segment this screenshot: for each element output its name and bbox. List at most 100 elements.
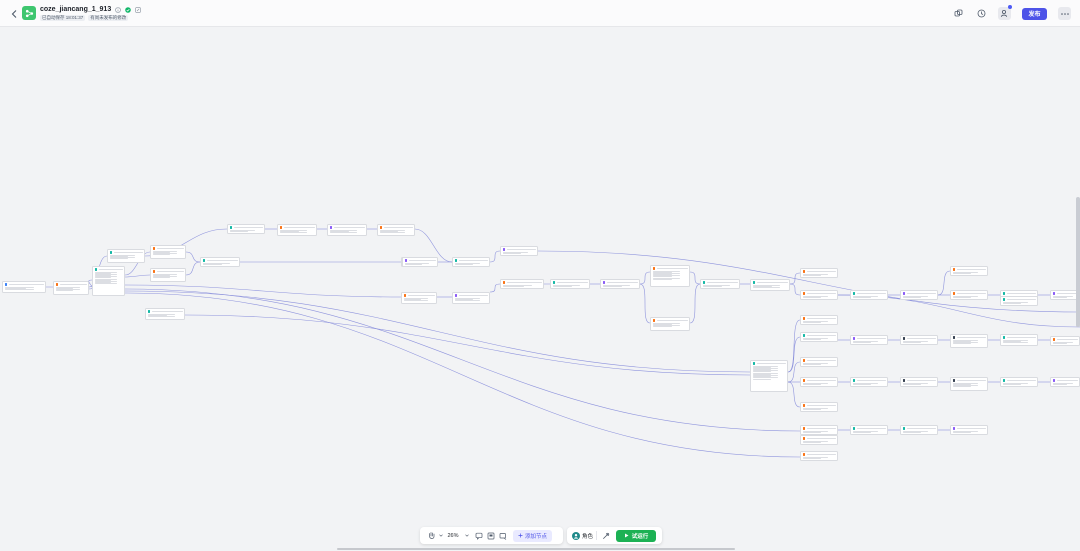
workflow-canvas[interactable] [0, 27, 1080, 551]
workflow-node-llm[interactable] [800, 402, 838, 412]
workflow-node-llm[interactable] [377, 224, 415, 236]
workflow-node-code[interactable] [850, 425, 888, 435]
workflow-node-plugin[interactable] [402, 257, 438, 267]
node-title-placeholder [1056, 339, 1078, 340]
node-header [454, 259, 488, 262]
node-title-placeholder [856, 293, 886, 294]
workflow-node-code[interactable] [227, 224, 265, 234]
workflow-node-code[interactable] [750, 360, 788, 392]
back-chevron-icon[interactable] [9, 8, 19, 20]
node-title-placeholder [906, 428, 936, 429]
workflow-node-llm[interactable] [500, 279, 544, 289]
workflow-node-plugin[interactable] [850, 335, 888, 345]
workflow-node-code[interactable] [1000, 296, 1038, 306]
workflow-node-llm[interactable] [150, 268, 186, 282]
node-header [454, 294, 488, 297]
workflow-node-plugin[interactable] [600, 279, 640, 289]
workflow-node-code[interactable] [92, 266, 125, 296]
node-title-placeholder [458, 260, 488, 261]
zoom-level: 26% [447, 532, 459, 539]
node-header [4, 283, 44, 286]
node-header [902, 292, 936, 295]
workflow-node-plugin[interactable] [950, 425, 988, 435]
workflow-node-llm[interactable] [800, 377, 838, 387]
workflow-node-code[interactable] [850, 290, 888, 300]
workflow-node-dark[interactable] [900, 335, 938, 345]
workflow-node-code[interactable] [700, 279, 740, 289]
node-type-icon [552, 281, 555, 284]
workflow-node-llm[interactable] [650, 265, 690, 287]
workflow-node-code[interactable] [200, 257, 240, 267]
connection-edge [937, 270, 951, 296]
add-node-button[interactable]: 添加节点 [513, 529, 553, 542]
workflow-node-llm[interactable] [1050, 336, 1080, 346]
workflow-node-dark[interactable] [900, 377, 938, 387]
workflow-node-code[interactable] [750, 279, 790, 291]
workflow-node-plugin[interactable] [1050, 377, 1080, 387]
node-field-line [803, 321, 821, 323]
minimap-icon[interactable] [485, 530, 497, 542]
workflow-node-llm[interactable] [950, 266, 988, 276]
edit-icon[interactable] [134, 7, 141, 14]
workflow-node-llm[interactable] [800, 435, 838, 445]
connection-edge [489, 250, 501, 263]
workflow-node-plugin[interactable] [500, 246, 538, 256]
workflow-node-llm[interactable] [800, 425, 838, 435]
reference-icon[interactable] [952, 8, 964, 20]
info-icon[interactable] [114, 7, 121, 14]
workflow-node-llm[interactable] [150, 245, 186, 259]
workflow-node-llm[interactable] [950, 290, 988, 300]
hand-tool-icon[interactable] [424, 530, 438, 542]
node-header [802, 317, 836, 320]
workflow-node-llm[interactable] [650, 317, 690, 331]
horizontal-scrollbar[interactable] [337, 548, 735, 550]
workflow-node-code[interactable] [1000, 377, 1038, 387]
auto-layout-icon[interactable] [497, 530, 509, 542]
node-field-line [803, 363, 821, 365]
workflow-node-llm[interactable] [800, 451, 838, 461]
test-run-button[interactable]: 试运行 [616, 529, 657, 542]
connection-edge [787, 361, 801, 383]
workflow-node-llm[interactable] [800, 290, 838, 300]
workflow-node-llm[interactable] [53, 281, 89, 295]
history-icon[interactable] [975, 8, 987, 20]
workflow-node-llm[interactable] [800, 315, 838, 325]
workflow-node-code[interactable] [145, 308, 185, 320]
workflow-node-llm[interactable] [401, 292, 437, 304]
workflow-node-code[interactable] [452, 257, 490, 267]
workflow-node-code[interactable] [107, 249, 145, 263]
node-title-placeholder [606, 282, 638, 283]
role-button[interactable]: 角色 [572, 531, 593, 540]
node-header [802, 427, 836, 430]
workflow-node-llm[interactable] [277, 224, 317, 236]
workflow-node-code[interactable] [800, 332, 838, 342]
node-type-icon [802, 334, 805, 337]
workflow-node-llm[interactable] [800, 268, 838, 278]
workflow-node-code[interactable] [850, 377, 888, 387]
node-title-placeholder [506, 282, 542, 283]
node-field-line [753, 286, 780, 288]
debug-tool-icon[interactable] [600, 530, 612, 542]
unpublished-tag: 有尚未发布的修改 [88, 15, 129, 21]
node-header [752, 362, 786, 365]
node-field-line [404, 299, 428, 301]
collaborator-icon[interactable] [998, 5, 1012, 20]
publish-button[interactable]: 发布 [1022, 7, 1047, 20]
more-options-icon[interactable] [1058, 7, 1071, 20]
workflow-node-dark[interactable] [950, 377, 988, 391]
workflow-node-plugin[interactable] [900, 290, 938, 300]
workflow-node-plugin[interactable] [452, 292, 490, 304]
node-title-placeholder [806, 380, 836, 381]
workflow-node-code[interactable] [1000, 334, 1038, 346]
workflow-node-start[interactable] [2, 281, 46, 293]
node-field-line [953, 386, 971, 387]
workflow-node-code[interactable] [900, 425, 938, 435]
workflow-node-dark[interactable] [950, 334, 988, 348]
connection-edge [639, 283, 651, 324]
comment-icon[interactable] [473, 530, 485, 542]
zoom-control[interactable]: 26% [443, 530, 473, 542]
node-type-icon [454, 259, 457, 262]
workflow-node-llm[interactable] [800, 357, 838, 367]
workflow-node-code[interactable] [550, 279, 590, 289]
workflow-node-plugin[interactable] [327, 224, 367, 236]
